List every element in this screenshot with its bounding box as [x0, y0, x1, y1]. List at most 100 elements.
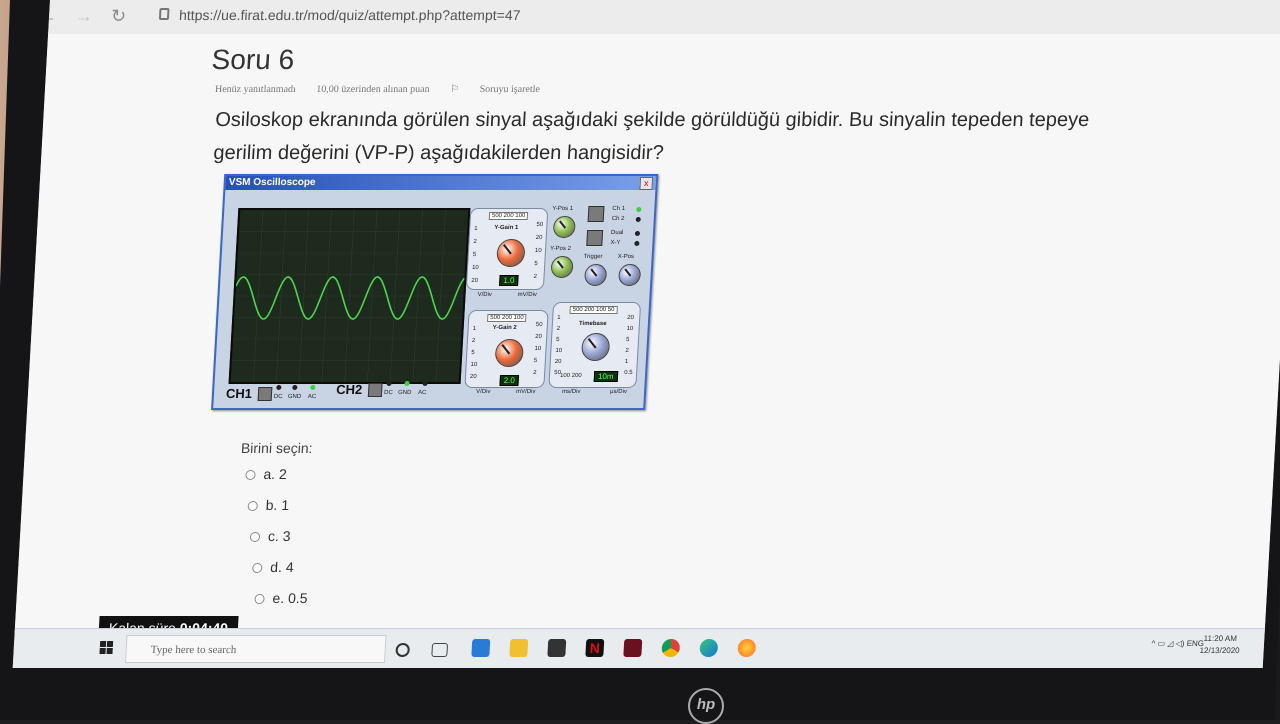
- scale-tick: 1: [624, 359, 629, 365]
- mode-button-2[interactable]: [586, 230, 604, 246]
- ch2-button[interactable]: [367, 383, 383, 397]
- ygain2-scale-top: 500 200 100: [487, 314, 527, 322]
- ygain2-label: Y-Gain 2: [492, 325, 517, 331]
- system-tray[interactable]: ^ ▭ ◿ ◁) ENG: [1151, 639, 1204, 648]
- mode-button-1[interactable]: [587, 206, 605, 222]
- firefox-icon[interactable]: [737, 639, 757, 657]
- mail-icon[interactable]: [471, 639, 491, 657]
- ygain2-panel: 500 200 100 Y-Gain 2 1 2 5 10 20 50 20 10 5 2 2.…: [464, 310, 549, 388]
- scale-tick: 2: [471, 338, 476, 344]
- url-text[interactable]: https://ue.firat.edu.tr/mod/quiz/attempt…: [179, 7, 521, 23]
- radio-button[interactable]: [254, 594, 265, 605]
- scale-tick: 10: [470, 362, 478, 368]
- ch2-dc-led: [386, 381, 392, 386]
- answer-option[interactable]: c. 3: [249, 528, 292, 544]
- ygain1-right-ticks: 50 20 10 5 2: [533, 219, 543, 284]
- flag-icon: ⚐: [449, 84, 462, 95]
- option-label: d. 4: [269, 559, 295, 575]
- ygain1-knob[interactable]: [496, 239, 526, 267]
- flag-question-link[interactable]: ⚐ Soruyu işaretle: [450, 84, 558, 95]
- ch2-ac-label: AC: [417, 390, 427, 396]
- chrome-icon[interactable]: [661, 639, 681, 657]
- radio-button[interactable]: [249, 532, 261, 543]
- timebase-knob[interactable]: [580, 333, 611, 361]
- back-arrow-icon[interactable]: ←: [38, 6, 58, 27]
- knob-indicator: [623, 268, 631, 277]
- scale-tick: 1: [557, 315, 561, 321]
- media-app-icon[interactable]: [623, 639, 643, 657]
- timebase-left-ticks: 1 2 5 10 20 50: [554, 313, 564, 379]
- scale-tick: 20: [469, 374, 477, 380]
- edge-icon[interactable]: [699, 639, 719, 657]
- netflix-icon[interactable]: N: [585, 639, 605, 657]
- hp-logo: hp: [688, 688, 724, 724]
- scale-tick: 5: [533, 358, 538, 364]
- mode-label: Dual: [610, 230, 624, 236]
- file-explorer-icon[interactable]: [509, 639, 529, 657]
- radio-button[interactable]: [247, 501, 258, 512]
- task-view-icon[interactable]: [431, 643, 449, 657]
- radio-button[interactable]: [245, 470, 256, 481]
- monitor-bezel: ← → ↻ https://ue.firat.edu.tr/mod/quiz/a…: [0, 0, 1280, 720]
- ypos2-knob[interactable]: [550, 256, 574, 278]
- mode-label: X-Y: [610, 240, 621, 246]
- scale-tick: 20: [535, 235, 543, 241]
- answer-option[interactable]: d. 4: [251, 559, 295, 575]
- option-label: b. 1: [265, 497, 290, 513]
- clock-time: 11:20 AM: [1203, 634, 1238, 643]
- scale-tick: 2: [473, 239, 477, 245]
- scale-tick: 2: [625, 348, 629, 354]
- scale-tick: 50: [535, 322, 543, 328]
- browser-address-bar: ← → ↻ https://ue.firat.edu.tr/mod/quiz/a…: [39, 0, 1280, 35]
- radio-button[interactable]: [251, 563, 263, 574]
- ch1-ac-led: [310, 385, 316, 390]
- ygain2-knob[interactable]: [494, 339, 525, 367]
- scale-tick: 2: [532, 370, 537, 376]
- taskbar-clock[interactable]: 11:20 AM 12/13/2020: [1199, 633, 1240, 657]
- ypos1-knob[interactable]: [552, 216, 576, 238]
- knob-indicator: [558, 220, 566, 229]
- scale-tick: 50: [536, 222, 544, 228]
- answer-status: Henüz yanıtlanmadı: [214, 84, 297, 95]
- answer-option[interactable]: a. 2: [245, 466, 287, 482]
- ygain2-mvdiv: mV/Div: [515, 389, 536, 395]
- knob-indicator: [501, 344, 511, 355]
- ch2-gnd-label: GND: [397, 390, 412, 396]
- scale-tick: 2: [556, 326, 561, 332]
- ch1-ac-label: AC: [307, 394, 317, 400]
- cortana-icon[interactable]: [395, 643, 411, 657]
- mode-led: [636, 207, 642, 212]
- clock-date: 12/13/2020: [1199, 646, 1240, 655]
- taskbar-search-input[interactable]: Type here to search: [124, 635, 387, 663]
- ch1-button[interactable]: [257, 387, 273, 401]
- xpos-knob[interactable]: [618, 264, 642, 286]
- timebase-usdiv: μs/Div: [609, 389, 628, 395]
- reload-icon[interactable]: ↻: [110, 6, 127, 27]
- forward-arrow-icon[interactable]: →: [74, 6, 94, 27]
- timebase-readout: 10m: [593, 371, 618, 382]
- oscilloscope-titlebar: VSM Oscilloscope: [225, 176, 657, 190]
- scale-tick: 10: [471, 265, 479, 271]
- scale-tick: 5: [625, 337, 630, 343]
- ch1-gnd-led: [292, 385, 298, 390]
- ygain1-panel: 500 200 100 Y-Gain 1 1 2 5 10 20 50 20 10 5 2 1.…: [465, 208, 549, 290]
- ch1-gnd-label: GND: [287, 394, 302, 400]
- option-label: c. 3: [267, 528, 292, 544]
- timebase-right-ticks: 20 10 5 2 1 0.5: [624, 313, 636, 379]
- display-grid: [231, 210, 468, 382]
- mode-label: Ch 1: [612, 206, 626, 212]
- windows-start-icon[interactable]: [99, 641, 114, 655]
- mode-led: [634, 231, 641, 236]
- store-icon[interactable]: [547, 639, 567, 657]
- answer-option[interactable]: b. 1: [247, 497, 290, 513]
- answer-option[interactable]: e. 0.5: [254, 590, 308, 606]
- xpos-label: X-Pos: [617, 254, 635, 260]
- timebase-msdiv: ms/Div: [561, 389, 581, 395]
- scale-tick: 2: [533, 274, 538, 280]
- answer-prompt: Birini seçin:: [240, 440, 314, 456]
- oscilloscope-image: VSM Oscilloscope x 500 200 100 Y-Gain 1 …: [211, 174, 659, 410]
- trigger-knob[interactable]: [584, 264, 608, 286]
- ygain1-mvdiv: mV/Div: [517, 292, 538, 298]
- trigger-label: Trigger: [583, 254, 603, 260]
- scale-tick: 20: [554, 359, 562, 365]
